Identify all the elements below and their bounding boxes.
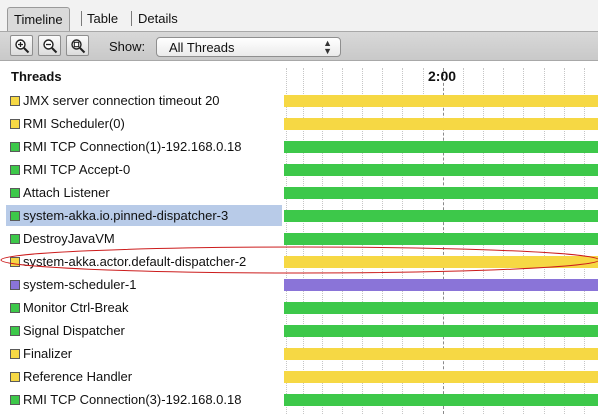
thread-state-icon: [10, 257, 20, 267]
thread-name: Attach Listener: [23, 185, 110, 200]
threads-column-header: Threads: [11, 69, 62, 84]
thread-row[interactable]: RMI TCP Accept-0: [0, 158, 598, 181]
thread-state-icon: [10, 188, 20, 198]
thread-state-bar: [284, 371, 598, 383]
thread-row[interactable]: Monitor Ctrl-Break: [0, 296, 598, 319]
thread-name: Finalizer: [23, 346, 73, 361]
select-arrows-icon: ▲ ▼: [323, 38, 332, 56]
thread-row[interactable]: RMI Scheduler(0): [0, 112, 598, 135]
thread-state-bar: [284, 95, 598, 107]
thread-state-icon: [10, 372, 20, 382]
thread-row[interactable]: RMI TCP Connection(1)-192.168.0.18: [0, 135, 598, 158]
thread-name: DestroyJavaVM: [23, 231, 115, 246]
thread-state-bar: [284, 348, 598, 360]
thread-row[interactable]: system-akka.actor.default-dispatcher-2: [0, 250, 598, 273]
thread-state-bar: [284, 210, 598, 222]
thread-name: RMI TCP Connection(3)-192.168.0.18: [23, 392, 242, 407]
zoom-in-button[interactable]: [10, 35, 33, 56]
thread-name: system-akka.actor.default-dispatcher-2: [23, 254, 247, 269]
thread-state-bar: [284, 187, 598, 199]
select-value: All Threads: [169, 40, 235, 55]
thread-state-bar: [284, 279, 598, 291]
tab-table[interactable]: Table: [83, 7, 122, 31]
time-marker-label: 2:00: [428, 68, 457, 84]
zoom-out-icon: [43, 39, 58, 54]
tab-strip: Timeline Table Details: [0, 0, 598, 31]
thread-row[interactable]: RMI TCP Connection(3)-192.168.0.18: [0, 388, 598, 411]
tab-timeline[interactable]: Timeline: [7, 7, 70, 31]
thread-state-bar: [284, 325, 598, 337]
thread-row[interactable]: Reference Handler: [0, 365, 598, 388]
thread-name: Signal Dispatcher: [23, 323, 125, 338]
thread-row[interactable]: system-scheduler-1: [0, 273, 598, 296]
thread-name: Reference Handler: [23, 369, 133, 384]
thread-row[interactable]: Signal Dispatcher: [0, 319, 598, 342]
thread-name: system-scheduler-1: [23, 277, 137, 292]
thread-row[interactable]: Attach Listener: [0, 181, 598, 204]
thread-state-bar: [284, 164, 598, 176]
thread-state-icon: [10, 96, 20, 106]
thread-state-bar: [284, 394, 598, 406]
zoom-in-icon: [15, 39, 30, 54]
tab-divider: [131, 11, 132, 26]
thread-row[interactable]: system-akka.io.pinned-dispatcher-3: [0, 204, 598, 227]
thread-name: RMI Scheduler(0): [23, 116, 125, 131]
thread-row[interactable]: Finalizer: [0, 342, 598, 365]
thread-state-icon: [10, 119, 20, 129]
thread-name: JMX server connection timeout 20: [23, 93, 220, 108]
thread-name: Monitor Ctrl-Break: [23, 300, 129, 315]
thread-state-icon: [10, 326, 20, 336]
thread-name: system-akka.io.pinned-dispatcher-3: [23, 208, 229, 223]
thread-state-icon: [10, 303, 20, 313]
thread-state-bar: [284, 256, 598, 268]
show-label: Show:: [109, 39, 146, 54]
tab-details[interactable]: Details: [134, 7, 182, 31]
thread-state-icon: [10, 349, 20, 359]
thread-state-bar: [284, 233, 598, 245]
thread-state-bar: [284, 141, 598, 153]
thread-row[interactable]: DestroyJavaVM: [0, 227, 598, 250]
thread-row[interactable]: JMX server connection timeout 20: [0, 89, 598, 112]
toolbar: Show: All Threads ▲ ▼: [0, 31, 598, 61]
thread-state-icon: [10, 142, 20, 152]
thread-name: RMI TCP Accept-0: [23, 162, 131, 177]
show-threads-select[interactable]: All Threads ▲ ▼: [156, 37, 341, 57]
thread-state-icon: [10, 280, 20, 290]
thread-state-bar: [284, 302, 598, 314]
zoom-out-button[interactable]: [38, 35, 61, 56]
thread-state-bar: [284, 118, 598, 130]
thread-state-icon: [10, 234, 20, 244]
zoom-fit-icon: [71, 39, 86, 54]
thread-name: RMI TCP Connection(1)-192.168.0.18: [23, 139, 242, 154]
thread-state-icon: [10, 395, 20, 405]
thread-state-icon: [10, 211, 20, 221]
tab-divider: [81, 11, 82, 26]
zoom-fit-button[interactable]: [66, 35, 89, 56]
thread-state-icon: [10, 165, 20, 175]
